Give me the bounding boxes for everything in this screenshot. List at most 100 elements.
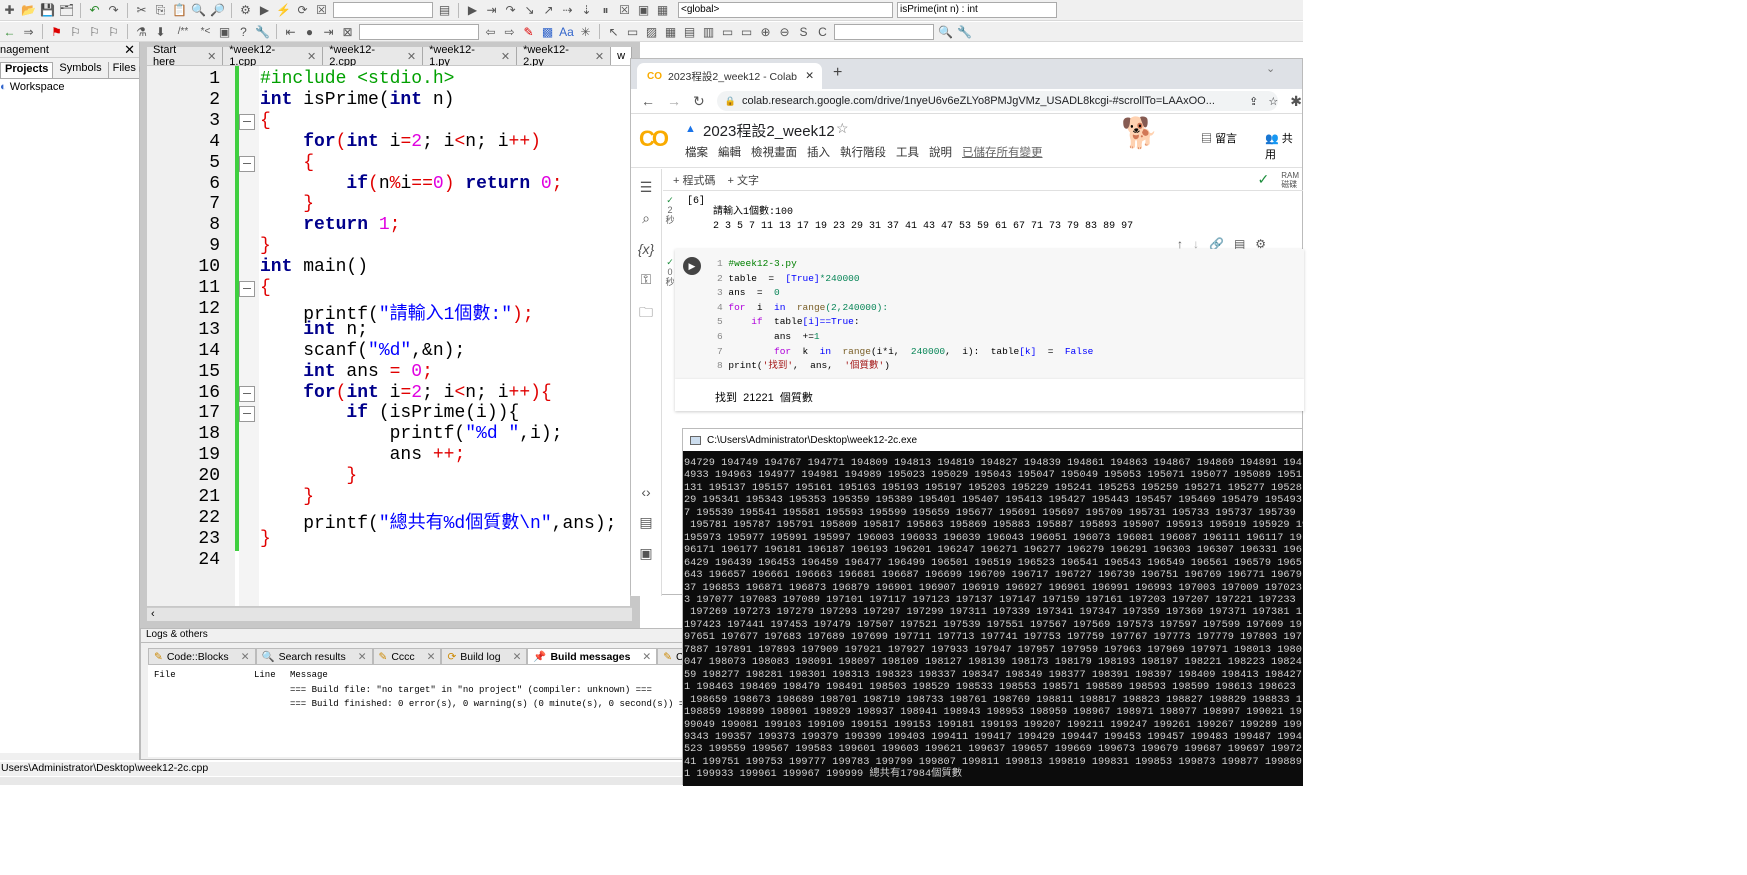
editor-tab[interactable]: w	[611, 47, 633, 65]
next-instruction-icon[interactable]: ⇢	[560, 3, 575, 18]
undo-icon[interactable]: ↶	[87, 3, 102, 18]
bookmark-star-icon[interactable]: ☆	[1268, 95, 1278, 108]
next-bookmark-icon[interactable]: ⚐	[87, 24, 102, 39]
log-tab[interactable]: 📌 Build messages ✕	[527, 648, 658, 665]
col-line[interactable]: Line	[254, 670, 276, 680]
log-tab[interactable]: 🔍 Search results ✕	[255, 648, 373, 665]
tab-symbols[interactable]: Symbols	[53, 62, 109, 78]
font-icon[interactable]: Aa	[559, 24, 574, 39]
close-icon[interactable]: ✕	[124, 42, 135, 58]
col-file[interactable]: File	[154, 670, 176, 680]
info-icon[interactable]: ▦	[655, 3, 670, 18]
close-tab-icon[interactable]: ✕	[241, 651, 250, 663]
run-cell-icon[interactable]: ▶	[683, 257, 701, 275]
dot-icon[interactable]: ●	[302, 24, 317, 39]
close-tab-icon[interactable]: ✕	[501, 50, 510, 63]
bookmark-icon[interactable]: ⚑	[49, 24, 64, 39]
col-message[interactable]: Message	[290, 670, 328, 680]
menu-item[interactable]: 檢視畫面	[751, 144, 797, 160]
close-tab-icon[interactable]: ✕	[642, 651, 651, 663]
add-code-button[interactable]: + 程式碼	[673, 172, 715, 188]
run-to-cursor-icon[interactable]: ⇥	[484, 3, 499, 18]
close-tab-icon[interactable]: ✕	[805, 70, 822, 82]
next-line-icon[interactable]: ↷	[503, 3, 518, 18]
menu-item[interactable]: 插入	[807, 144, 830, 160]
run-icon[interactable]: ▶	[257, 3, 272, 18]
sparkle-icon[interactable]: ✳	[578, 24, 593, 39]
folder-icon[interactable]: 🗀	[639, 302, 653, 326]
wrench-icon[interactable]: 🔧	[255, 24, 270, 39]
step-instruction-icon[interactable]: ⇣	[579, 3, 594, 18]
list-icon[interactable]: ▤	[682, 24, 697, 39]
save-all-icon[interactable]: 🗂	[59, 3, 74, 18]
pause-icon[interactable]: ⏸	[598, 3, 613, 18]
extension-icon[interactable]: ✱	[1290, 93, 1302, 110]
share-button[interactable]: 👥 共用	[1265, 130, 1302, 162]
key-icon[interactable]: ⚿	[641, 271, 652, 288]
build-icon[interactable]: ⚙	[238, 3, 253, 18]
menu-item[interactable]: 編輯	[718, 144, 741, 160]
help-icon[interactable]: ?	[236, 24, 251, 39]
fold-toggle-icon[interactable]	[239, 113, 255, 130]
jump-back-icon[interactable]: ←	[2, 24, 17, 39]
editor-tab[interactable]: Start here ✕	[147, 44, 224, 68]
tab-projects[interactable]: Projects	[0, 62, 54, 78]
doxygen-icon[interactable]: ⚗	[134, 24, 149, 39]
new-tab-icon[interactable]: +	[833, 64, 842, 82]
search-icon[interactable]: ⌕	[642, 210, 650, 227]
clear-icon[interactable]: ⊠	[340, 24, 355, 39]
selection-icon[interactable]: ▩	[540, 24, 555, 39]
comment-line-icon[interactable]: *<	[198, 24, 213, 39]
log-tab[interactable]: ✎ Code::Blocks ✕	[148, 648, 256, 665]
terminal-icon[interactable]: ▣	[639, 545, 652, 562]
prev-icon[interactable]: ⇤	[283, 24, 298, 39]
function-combo[interactable]: isPrime(int n) : int	[897, 2, 1057, 18]
grid-icon[interactable]: ▦	[663, 24, 678, 39]
back-icon[interactable]: ←	[641, 93, 655, 109]
new-file-icon[interactable]: ✚	[2, 3, 17, 18]
rect-icon[interactable]: ▭	[625, 24, 640, 39]
scope-combo[interactable]: <global>	[678, 2, 893, 18]
code-snippets-icon[interactable]: ‹›	[641, 484, 650, 500]
editor-tab[interactable]: *week12-1.cpp ✕	[223, 44, 324, 68]
resource-indicator[interactable]: RAM 磁碟	[1281, 171, 1303, 189]
close-tab-icon[interactable]: ✕	[307, 50, 316, 63]
add-text-button[interactable]: + 文字	[727, 172, 758, 188]
image-icon[interactable]: ▨	[644, 24, 659, 39]
build-target-combo[interactable]	[333, 2, 433, 18]
close-tab-icon[interactable]: ✕	[513, 651, 522, 663]
command-palette-icon[interactable]: ▤	[639, 514, 652, 531]
toc-icon[interactable]: ☰	[640, 179, 653, 196]
next-icon[interactable]: ⇥	[321, 24, 336, 39]
comment-block-icon[interactable]: /**	[172, 24, 194, 39]
tab-files[interactable]: Files	[109, 62, 140, 78]
settings-wrench-icon[interactable]: 🔧	[957, 24, 972, 39]
fold-toggle-icon[interactable]	[239, 406, 255, 423]
forward-icon[interactable]: →	[667, 93, 681, 109]
editor-tab[interactable]: *week12-2.py ✕	[517, 44, 612, 68]
menu-item[interactable]: 執行階段	[840, 144, 886, 160]
reload-icon[interactable]: ↻	[693, 93, 705, 110]
paste-icon[interactable]: 📋	[172, 3, 187, 18]
address-bar[interactable]: 🔒 colab.research.google.com/drive/1nyeU6…	[716, 91, 1279, 111]
open-icon[interactable]: 📂	[21, 3, 36, 18]
forward-icon[interactable]: ⇨	[502, 24, 517, 39]
step-into-icon[interactable]: ↘	[522, 3, 537, 18]
rebuild-icon[interactable]: ⟳	[295, 3, 310, 18]
code-editor[interactable]: 1 #include <stdio.h> 2 int isPrime(int n) 3{…	[147, 66, 630, 606]
search-doc-icon[interactable]: 🔍	[938, 24, 953, 39]
menu-item[interactable]: 工具	[896, 144, 919, 160]
replace-icon[interactable]: 🔎	[210, 3, 225, 18]
fold-toggle-icon[interactable]	[239, 155, 255, 172]
find-icon[interactable]: 🔍	[191, 3, 206, 18]
pointer-icon[interactable]: ↖	[606, 24, 621, 39]
menu-item[interactable]: 檔案	[685, 144, 708, 160]
code-cell[interactable]: ▶ 1 #week12-3.py 2 table = [True]*240000 3…	[675, 249, 1304, 379]
close-tab-icon[interactable]: ✕	[595, 50, 604, 63]
horizontal-scrollbar[interactable]: ‹	[147, 607, 632, 621]
target-options-icon[interactable]: ▤	[437, 3, 452, 18]
redo-icon[interactable]: ↷	[106, 3, 121, 18]
frame2-icon[interactable]: ▭	[739, 24, 754, 39]
log-tab[interactable]: ✎ Cccc ✕	[372, 648, 442, 665]
copy-icon[interactable]: ⎘	[153, 3, 168, 18]
